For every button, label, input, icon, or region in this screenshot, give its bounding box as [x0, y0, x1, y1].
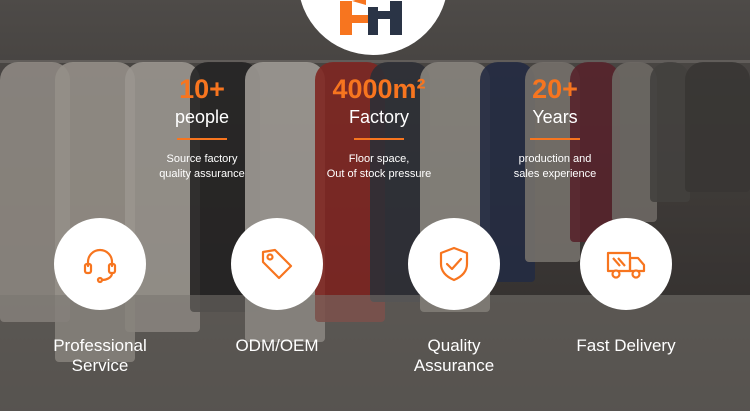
feature-label-fast-delivery: Fast Delivery	[576, 336, 676, 355]
feature-label-professional-service: Professional Service	[53, 336, 147, 375]
feature-label-quality-assurance: Quality Assurance	[413, 336, 495, 375]
feature-circle-quality-assurance	[408, 218, 500, 310]
stat-people: 10+ people Source factory quality assura…	[127, 74, 277, 182]
feature-circle-odm-oem	[231, 218, 323, 310]
stat-divider	[354, 138, 404, 140]
stat-divider	[530, 138, 580, 140]
stat-number: 10+	[179, 74, 225, 104]
stat-description: Floor space, Out of stock pressure	[326, 153, 432, 180]
feature-circle-fast-delivery	[580, 218, 672, 310]
stat-unit: people	[174, 107, 230, 127]
stat-number: 20+	[532, 74, 578, 104]
stat-description: Source factory quality assurance	[159, 153, 245, 180]
stat-unit: Factory	[348, 107, 409, 127]
stat-unit: Years	[532, 107, 578, 127]
stat-years: 20+ Years production and sales experienc…	[480, 74, 630, 182]
feature-label-odm-oem: ODM/OEM	[235, 336, 319, 355]
stat-description: production and sales experience	[513, 153, 597, 180]
feature-circle-professional-service	[54, 218, 146, 310]
factory-banner: 10+ people Source factory quality assura…	[0, 0, 750, 411]
stat-factory: 4000m² Factory Floor space, Out of stock…	[304, 74, 454, 182]
stat-number: 4000m²	[332, 74, 426, 104]
stat-divider	[177, 138, 227, 140]
